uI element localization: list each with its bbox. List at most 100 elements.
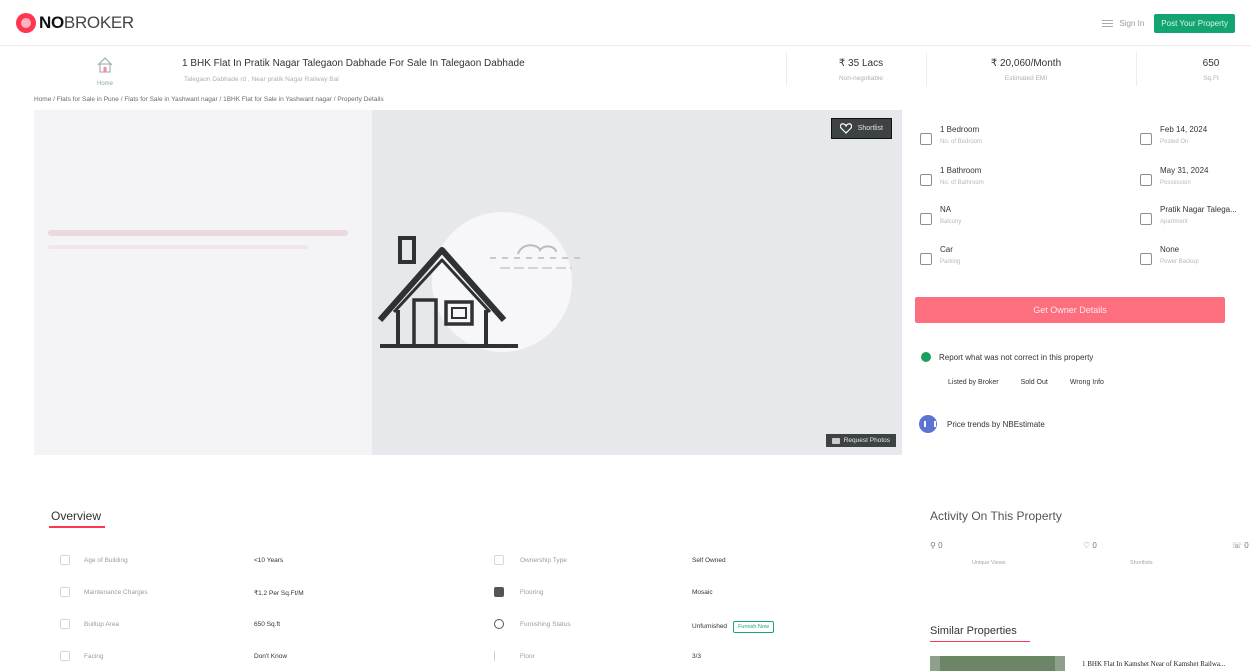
detail-value: Feb 14, 2024	[1160, 125, 1208, 134]
report-text: Report what was not correct in this prop…	[939, 352, 1094, 362]
overview-value: ₹1.2 Per Sq.Ft/M	[254, 590, 304, 597]
divider	[926, 52, 927, 86]
bath-icon	[920, 174, 932, 186]
detail-caption: Possession	[1160, 180, 1191, 186]
property-header: Home 1 BHK Flat In Pratik Nagar Talegaon…	[26, 46, 1251, 92]
detail-value: Car	[940, 245, 953, 254]
overview-title: Overview	[51, 509, 102, 523]
photo-gallery[interactable]: Shortlist Request Photos	[34, 110, 902, 455]
shortlist-button[interactable]: Shortlist	[830, 118, 892, 139]
house-placeholder-icon	[377, 236, 586, 348]
detail-item: Pratik Nagar Talega... Apartment	[1140, 205, 1237, 225]
detail-item: None Power Backup	[1140, 245, 1199, 265]
area-caption: Sq.Ft	[1203, 75, 1219, 82]
property-title: 1 BHK Flat In Pratik Nagar Talegaon Dabh…	[182, 58, 525, 69]
request-photos-label: Request Photos	[843, 437, 890, 444]
overview-row: Builtup Area 650 Sq.ft Furnishing Status…	[58, 619, 888, 639]
facing-icon	[60, 651, 70, 661]
unique-views-caption: Unique Views	[972, 560, 1006, 566]
report-link[interactable]: Report what was not correct in this prop…	[921, 352, 1093, 362]
report-option-sold-out[interactable]: Sold Out	[1021, 379, 1048, 386]
detail-item: 1 Bathroom No. of Bathroom	[920, 166, 984, 186]
similar-properties-title: Similar Properties	[930, 625, 1017, 637]
detail-value: None	[1160, 245, 1180, 254]
detail-value: NA	[940, 205, 952, 214]
report-option-wrong-info[interactable]: Wrong Info	[1070, 379, 1104, 386]
similar-property-title: 1 BHK Flat In Kamshet Near of Kamshet Ra…	[1082, 660, 1226, 668]
key-icon	[1140, 174, 1152, 186]
overview-label: Maintenance Charges	[84, 589, 148, 596]
signin-label: Sign In	[1119, 19, 1145, 28]
heart-outline-icon: ♡	[1083, 541, 1091, 550]
gallery-side-panel	[34, 110, 372, 455]
balcony-icon	[920, 213, 932, 225]
menu-icon[interactable]	[1102, 20, 1114, 27]
price-value: ₹ 35 Lacs	[838, 58, 884, 69]
nobroker-logo[interactable]: NOBROKER	[16, 13, 134, 33]
overview-value: 3/3	[692, 653, 702, 660]
floor-icon	[494, 651, 496, 661]
furnish-now-button[interactable]: Furnish Now	[733, 621, 774, 633]
blurred-text	[48, 245, 308, 249]
detail-value: 1 Bathroom	[940, 166, 982, 175]
blurred-text	[48, 230, 348, 236]
similar-property-image	[930, 656, 1065, 671]
ownership-icon	[494, 555, 504, 565]
detail-item: Car Parking	[920, 245, 960, 265]
request-photos-button[interactable]: Request Photos	[825, 434, 896, 447]
detail-caption: Balcony	[940, 219, 962, 225]
detail-item: Feb 14, 2024 Posted On	[1140, 125, 1207, 145]
get-owner-details-button[interactable]: Get Owner Details	[915, 297, 1225, 323]
emi-block[interactable]: ₹ 20,060/Month Estimated EMI	[976, 58, 1076, 82]
phone-icon: ☏	[1232, 541, 1243, 550]
heart-icon	[839, 123, 852, 134]
overview-label: Age of Building	[84, 557, 128, 564]
overview-value: Mosaic	[692, 589, 713, 596]
area-value: 650	[1202, 58, 1220, 69]
divider	[1136, 52, 1137, 86]
similar-underline	[930, 641, 1030, 642]
price-trends-link[interactable]: Price trends by NBEstimate	[919, 415, 1045, 433]
building-age-icon	[60, 555, 70, 565]
overview-row: Age of Building <10 Years Ownership Type…	[58, 555, 888, 575]
flooring-icon	[494, 587, 504, 597]
home-icon	[97, 57, 113, 73]
shortlists-count: ♡ 0	[1083, 541, 1097, 550]
top-navbar: NOBROKER Sign In Post Your Property	[0, 0, 1251, 46]
calendar-icon	[1140, 133, 1152, 145]
power-icon	[1140, 253, 1152, 265]
detail-caption: Apartment	[1160, 219, 1188, 225]
similar-property-card[interactable]: 1 BHK Flat In Kamshet Near of Kamshet Ra…	[930, 656, 1251, 671]
price-block: ₹ 35 Lacs Non-negotiable	[826, 58, 896, 82]
detail-caption: Parking	[940, 259, 961, 265]
detail-item: May 31, 2024 Possession	[1140, 166, 1208, 186]
emi-value: ₹ 20,060/Month	[990, 58, 1062, 69]
detail-caption: Posted On	[1160, 139, 1189, 145]
overview-underline	[49, 526, 105, 528]
detail-caption: No. of Bedroom	[940, 139, 983, 145]
price-trends-label: Price trends by NBEstimate	[947, 419, 1045, 429]
logo-text-broker: BROKER	[63, 13, 134, 32]
user-icon: ⚲	[930, 541, 936, 550]
bed-icon	[920, 133, 932, 145]
overview-value: Don't Know	[254, 653, 288, 660]
divider	[786, 52, 787, 86]
report-option-broker[interactable]: Listed by Broker	[948, 379, 999, 386]
contacts-count: ☏ 0	[1232, 541, 1249, 550]
overview-row: Facing Don't Know Floor 3/3	[58, 651, 888, 671]
builtup-area-icon	[60, 619, 70, 629]
overview-label: Furnishing Status	[520, 621, 571, 628]
emi-caption: Estimated EMI	[1004, 75, 1048, 82]
overview-value: 650 Sq.ft	[254, 621, 281, 628]
area-block: 650 Sq.Ft	[1191, 58, 1231, 82]
overview-label: Facing	[84, 653, 104, 660]
shortlists-caption: Shortlists	[1130, 560, 1153, 566]
activity-title: Activity On This Property	[930, 509, 1062, 523]
detail-item: NA Balcony	[920, 205, 961, 225]
post-property-button[interactable]: Post Your Property	[1154, 14, 1235, 33]
detail-value: May 31, 2024	[1160, 166, 1209, 175]
breadcrumb[interactable]: Home / Flats for Sale in Pune / Flats fo…	[34, 96, 384, 103]
signin-link[interactable]: Sign In	[1102, 19, 1144, 28]
home-button[interactable]: Home	[92, 56, 118, 88]
detail-value: Pratik Nagar Talega...	[1160, 205, 1237, 214]
